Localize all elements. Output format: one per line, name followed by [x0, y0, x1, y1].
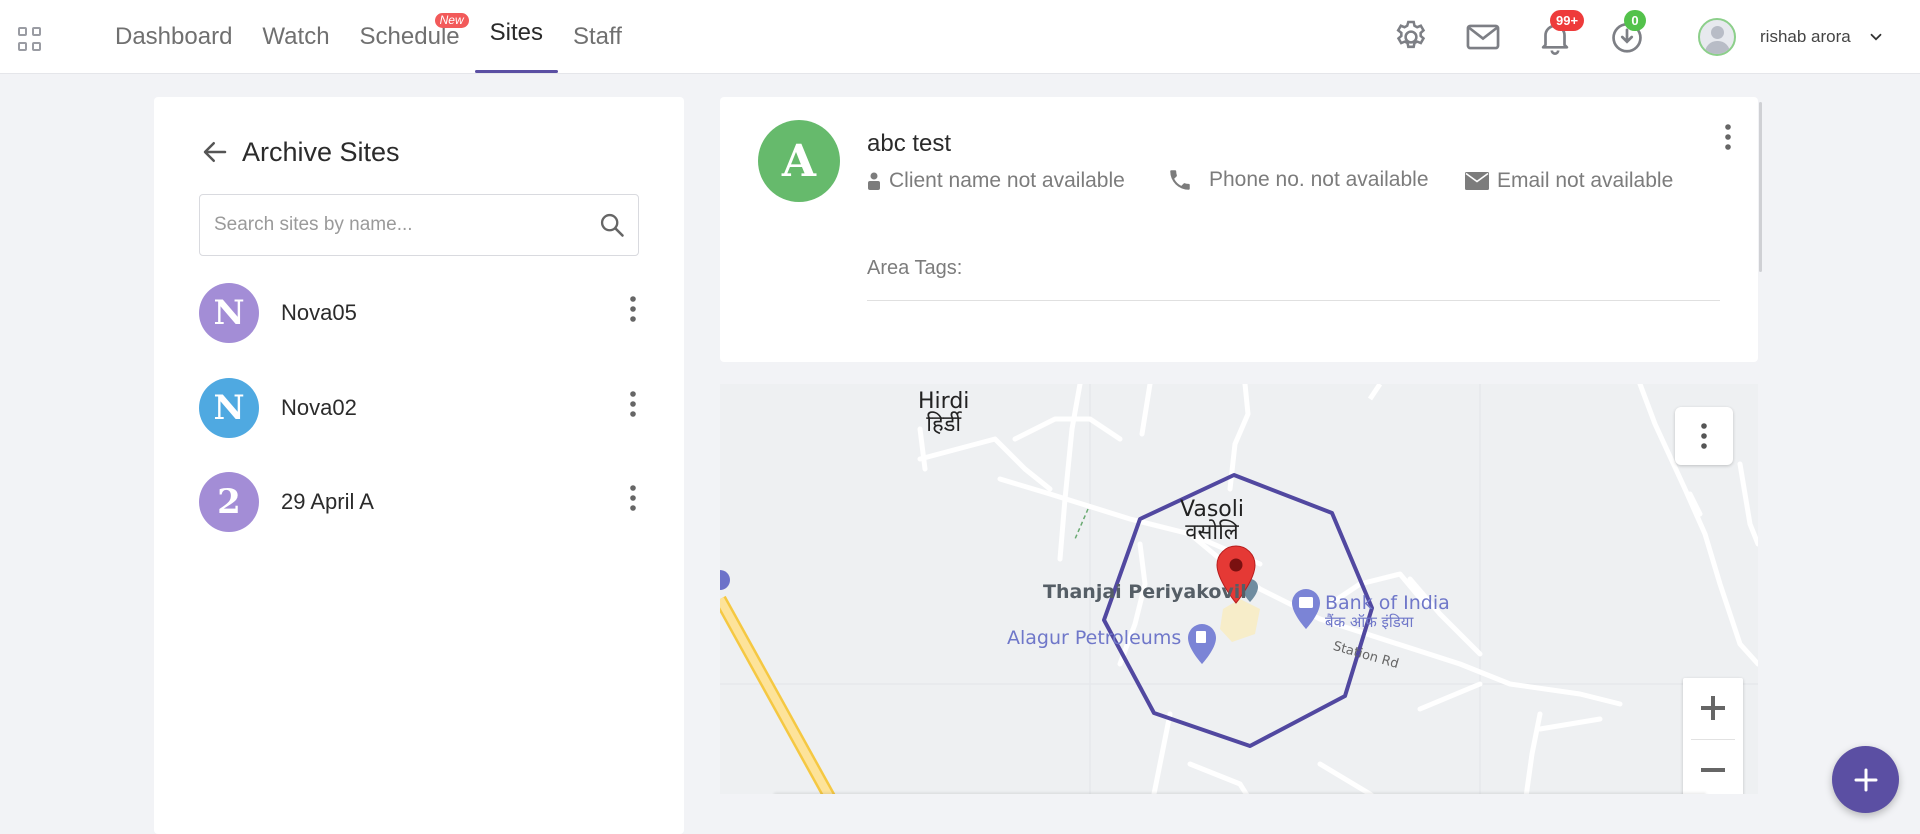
user-name: rishab arora	[1760, 27, 1851, 46]
plus-icon	[1854, 768, 1877, 791]
apps-grid-icon[interactable]	[18, 27, 42, 51]
map-label-petrol: Alagur Petroleums	[1007, 627, 1182, 649]
more-options-icon[interactable]	[627, 482, 639, 514]
downloads-badge: 0	[1624, 10, 1646, 31]
new-badge: New	[434, 13, 469, 28]
phone-icon	[1170, 170, 1190, 190]
search-input[interactable]	[200, 195, 580, 255]
map-options-button[interactable]	[1675, 407, 1733, 465]
site-name: Nova02	[281, 395, 357, 420]
notifications-badge: 99+	[1550, 10, 1585, 31]
chevron-down-icon[interactable]	[1867, 28, 1885, 46]
site-name: Nova05	[281, 300, 357, 325]
zoom-controls	[1683, 678, 1743, 794]
zoom-in-button[interactable]	[1683, 678, 1743, 738]
more-options-icon	[1701, 423, 1707, 449]
phone-info: Phone no. not available	[1167, 167, 1429, 193]
more-options-icon[interactable]	[627, 293, 639, 325]
top-bar: Dashboard Watch Schedule New Sites Staff…	[0, 0, 1920, 74]
search-box	[199, 194, 639, 256]
nav-watch[interactable]: Watch	[247, 0, 344, 74]
archive-sites-panel: Archive Sites N Nova05 N Nova02 2 29 Apr…	[154, 97, 684, 834]
list-item[interactable]: 2 29 April A	[199, 470, 639, 534]
divider	[867, 300, 1720, 301]
email-address: Email not available	[1497, 169, 1674, 192]
add-site-button[interactable]	[1832, 746, 1899, 813]
site-avatar: 2	[199, 472, 259, 532]
site-map[interactable]: Hirdi हिर्डी Vasoli वसोलि Thanjai Periya…	[720, 384, 1758, 794]
search-icon[interactable]	[598, 211, 626, 239]
user-menu[interactable]: rishab arora	[1698, 18, 1885, 56]
list-item[interactable]: N Nova02	[199, 376, 639, 440]
site-title: abc test	[867, 130, 952, 157]
main-nav: Dashboard Watch Schedule New Sites Staff	[100, 0, 637, 74]
map-label-vasoli: Vasoli वसोलि	[1180, 497, 1244, 545]
scrollbar[interactable]	[1759, 102, 1762, 272]
phone-number: Phone no. not available	[1209, 168, 1429, 191]
nav-staff[interactable]: Staff	[558, 0, 637, 74]
map-label-hirdi: Hirdi हिर्डी	[918, 389, 970, 437]
site-avatar: A	[758, 120, 840, 202]
back-arrow-icon[interactable]	[200, 137, 230, 167]
site-avatar: N	[199, 378, 259, 438]
nav-dashboard[interactable]: Dashboard	[100, 0, 247, 74]
email-info: Email not available	[1465, 169, 1673, 193]
more-options-icon[interactable]	[1722, 121, 1734, 153]
mail-icon[interactable]	[1464, 18, 1502, 56]
avatar	[1698, 18, 1736, 56]
plus-icon	[1701, 696, 1725, 720]
map-label-bank: Bank of India बैंक ऑफ इंडिया	[1325, 592, 1450, 632]
area-tags-label: Area Tags:	[867, 257, 963, 279]
panel-title: Archive Sites	[242, 137, 400, 167]
site-avatar: N	[199, 283, 259, 343]
site-details-card: A abc test Client name not available Pho…	[720, 97, 1758, 362]
more-options-icon[interactable]	[627, 388, 639, 420]
zoom-out-button[interactable]	[1683, 740, 1743, 794]
client-name: Client name not available	[889, 169, 1125, 192]
client-info: Client name not available	[867, 169, 1125, 193]
email-icon	[1465, 172, 1489, 190]
site-name: 29 April A	[281, 489, 374, 514]
map-label-temple: Thanjai Periyakovil	[1043, 581, 1247, 603]
gear-icon[interactable]	[1392, 18, 1430, 56]
person-icon	[868, 172, 880, 190]
list-item[interactable]: N Nova05	[199, 281, 639, 345]
nav-schedule[interactable]: Schedule New	[345, 0, 475, 74]
nav-sites[interactable]: Sites	[474, 0, 559, 74]
minus-icon	[1701, 768, 1725, 772]
